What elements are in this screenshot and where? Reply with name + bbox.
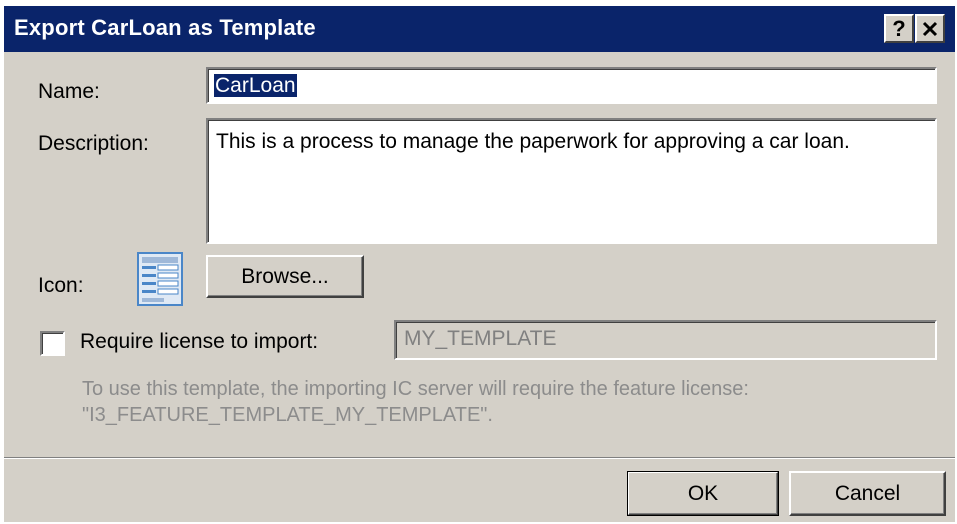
- require-license-label[interactable]: Require license to import:: [80, 330, 318, 354]
- browse-button[interactable]: Browse...: [206, 255, 364, 298]
- cancel-button[interactable]: Cancel: [789, 471, 946, 516]
- footer-separator: [4, 457, 955, 459]
- license-note-line2: "I3_FEATURE_TEMPLATE_MY_TEMPLATE".: [82, 404, 493, 426]
- name-input[interactable]: CarLoan: [206, 67, 937, 104]
- icon-label: Icon:: [38, 274, 84, 297]
- description-value: This is a process to manage the paperwor…: [216, 130, 850, 153]
- close-button[interactable]: [915, 14, 945, 43]
- close-icon: [922, 21, 938, 36]
- dialog-title: Export CarLoan as Template: [14, 15, 316, 40]
- name-value: CarLoan: [214, 74, 297, 97]
- license-note-line1: To use this template, the importing IC s…: [82, 378, 749, 400]
- export-template-dialog: Export CarLoan as Template ? Name: CarLo…: [4, 6, 955, 522]
- ok-button[interactable]: OK: [627, 471, 779, 516]
- license-note: To use this template, the importing IC s…: [82, 376, 749, 428]
- help-icon: ?: [892, 15, 906, 41]
- title-bar[interactable]: Export CarLoan as Template ?: [4, 6, 955, 52]
- license-value: MY_TEMPLATE: [404, 327, 557, 350]
- license-name-input[interactable]: MY_TEMPLATE: [394, 320, 937, 360]
- template-document-icon: [137, 252, 183, 306]
- description-textarea[interactable]: This is a process to manage the paperwor…: [206, 118, 937, 244]
- require-license-checkbox[interactable]: [40, 331, 65, 356]
- name-label: Name:: [38, 80, 100, 103]
- help-button[interactable]: ?: [884, 14, 914, 43]
- template-icon-preview: [132, 251, 188, 307]
- description-label: Description:: [38, 132, 149, 155]
